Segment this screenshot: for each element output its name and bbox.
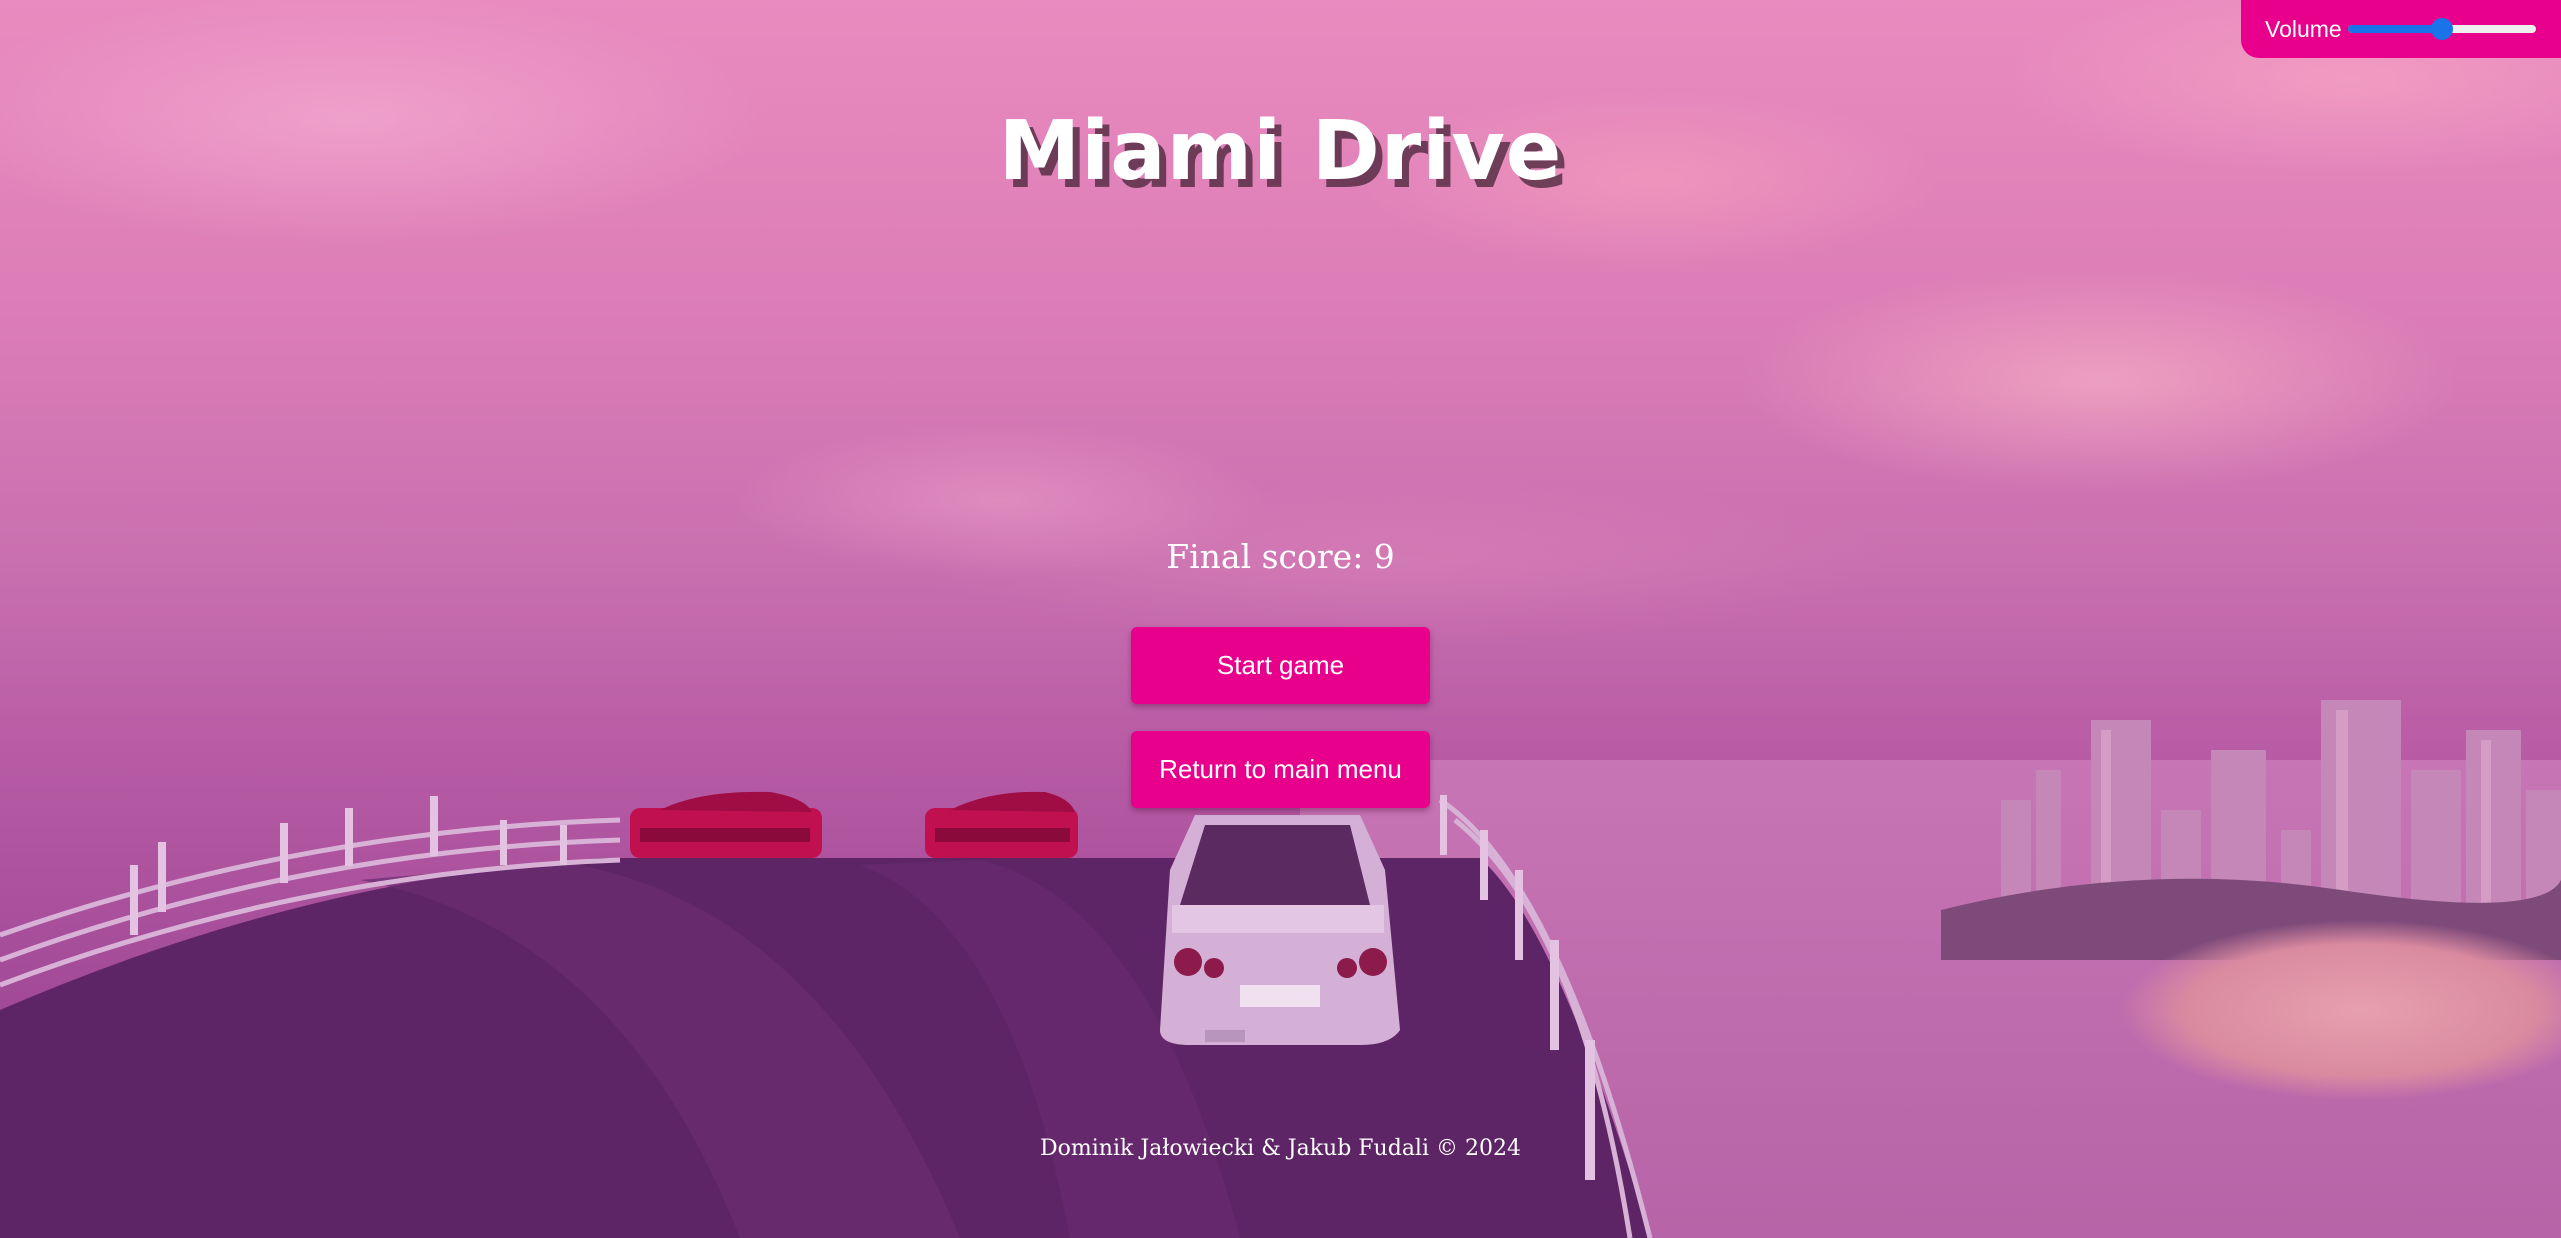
red-car-left xyxy=(630,791,822,858)
game-scene: Miami Drive Final score: 9 Start game Re… xyxy=(0,0,2561,1238)
final-score: Final score: 9 xyxy=(1166,537,1395,576)
player-car xyxy=(1160,815,1400,1045)
volume-panel: Volume xyxy=(2241,0,2561,58)
start-game-button[interactable]: Start game xyxy=(1131,627,1430,704)
volume-slider-thumb[interactable] xyxy=(2430,18,2453,40)
game-title: Miami Drive xyxy=(998,104,1563,199)
volume-slider[interactable] xyxy=(2347,18,2536,40)
return-to-main-menu-button[interactable]: Return to main menu xyxy=(1131,731,1430,808)
credits-footer: Dominik Jałowiecki & Jakub Fudali © 2024 xyxy=(1040,1136,1521,1161)
volume-label: Volume xyxy=(2265,15,2342,42)
red-car-right xyxy=(925,791,1078,858)
volume-slider-fill xyxy=(2347,25,2442,33)
